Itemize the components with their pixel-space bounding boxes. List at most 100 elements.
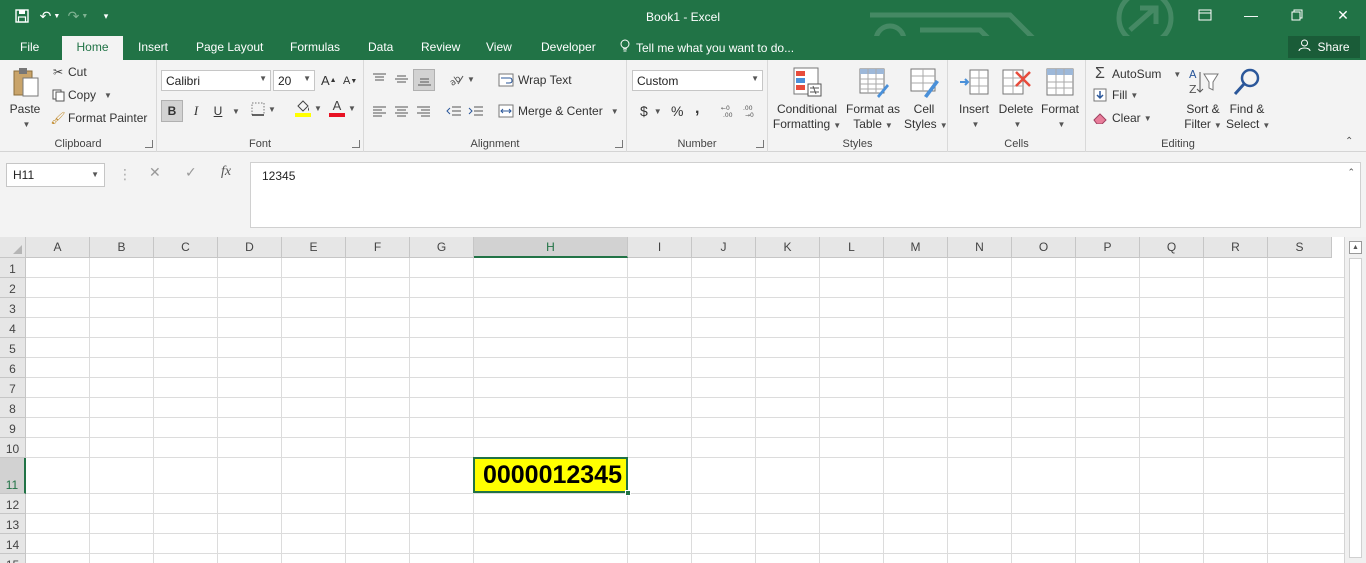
column-header-c[interactable]: C [154, 237, 218, 258]
align-right-icon[interactable] [416, 105, 431, 117]
column-header-d[interactable]: D [218, 237, 282, 258]
tab-review[interactable]: Review [411, 36, 470, 60]
format-as-table-button[interactable]: Format as Table ▼ [844, 66, 902, 133]
scrollbar-thumb[interactable] [1349, 258, 1362, 558]
currency-button[interactable]: $ ▼ [640, 103, 662, 119]
row-header-5[interactable]: 5 [0, 338, 26, 358]
restore-icon[interactable] [1274, 0, 1320, 30]
percent-button[interactable]: % [671, 103, 683, 119]
row-header-15[interactable]: 15 [0, 554, 26, 563]
tab-view[interactable]: View [476, 36, 522, 60]
column-header-g[interactable]: G [410, 237, 474, 258]
clear-button[interactable]: Clear ▼ [1092, 111, 1152, 125]
column-header-i[interactable]: I [628, 237, 692, 258]
row-header-6[interactable]: 6 [0, 358, 26, 378]
column-header-m[interactable]: M [884, 237, 948, 258]
align-center-icon[interactable] [394, 105, 409, 117]
find-select-button[interactable]: Find & Select ▼ [1226, 66, 1270, 133]
orientation-button[interactable]: ab ▼ [448, 72, 475, 86]
tab-formulas[interactable]: Formulas [280, 36, 350, 60]
comma-button[interactable]: , [695, 100, 699, 118]
font-color-button[interactable]: A ▼ [329, 99, 356, 117]
align-left-icon[interactable] [372, 105, 387, 117]
format-button[interactable]: Format ▼ [1038, 66, 1082, 132]
expand-formula-bar-icon[interactable]: ⌃ [1347, 167, 1355, 178]
autosum-button[interactable]: Σ AutoSum ▼ [1092, 65, 1181, 83]
paste-button[interactable]: Paste ▼ [6, 66, 44, 132]
row-header-2[interactable]: 2 [0, 278, 26, 298]
decrease-font-size-icon[interactable]: A ▼ [343, 75, 357, 87]
conditional-formatting-button[interactable]: Conditional Formatting ▼ [772, 66, 842, 133]
increase-decimal-icon[interactable]: ←0.00 [721, 104, 739, 118]
row-header-4[interactable]: 4 [0, 318, 26, 338]
column-header-p[interactable]: P [1076, 237, 1140, 258]
formula-input[interactable]: 12345 ⌃ [250, 162, 1361, 228]
collapse-ribbon-icon[interactable]: ⌃ [1345, 136, 1353, 147]
close-icon[interactable]: ✕ [1320, 0, 1366, 30]
row-header-13[interactable]: 13 [0, 514, 26, 534]
name-box[interactable]: H11 ▼ [6, 163, 105, 187]
bold-button[interactable]: B [161, 100, 183, 122]
column-header-e[interactable]: E [282, 237, 346, 258]
tab-file[interactable]: File [10, 36, 49, 60]
tell-me-search[interactable]: Tell me what you want to do... [620, 36, 794, 60]
underline-button[interactable]: U [208, 100, 228, 122]
vertical-scrollbar[interactable]: ▲ [1344, 237, 1366, 563]
column-header-a[interactable]: A [26, 237, 90, 258]
column-header-j[interactable]: J [692, 237, 756, 258]
row-header-1[interactable]: 1 [0, 258, 26, 278]
column-header-f[interactable]: F [346, 237, 410, 258]
share-button[interactable]: Share [1288, 36, 1360, 58]
scroll-up-icon[interactable]: ▲ [1349, 241, 1362, 254]
row-header-14[interactable]: 14 [0, 534, 26, 554]
fill-color-button[interactable]: ▼ [295, 100, 322, 117]
cancel-icon[interactable]: ✕ [149, 164, 161, 181]
increase-indent-icon[interactable] [468, 105, 484, 117]
font-size-select[interactable]: 20 ▼ [273, 70, 315, 91]
active-cell-h11[interactable]: 0000012345 [473, 457, 628, 493]
clipboard-launcher-icon[interactable] [145, 140, 153, 148]
tab-developer[interactable]: Developer [531, 36, 606, 60]
alignment-launcher-icon[interactable] [615, 140, 623, 148]
font-name-select[interactable]: Calibri ▼ [161, 70, 271, 91]
row-header-7[interactable]: 7 [0, 378, 26, 398]
column-header-n[interactable]: N [948, 237, 1012, 258]
row-header-12[interactable]: 12 [0, 494, 26, 514]
insert-function-icon[interactable]: fx [221, 164, 231, 180]
decrease-decimal-icon[interactable]: .00 →0 [743, 104, 761, 118]
merge-center-button[interactable]: Merge & Center ▼ [498, 104, 619, 118]
fill-handle[interactable] [625, 490, 631, 496]
column-header-b[interactable]: B [90, 237, 154, 258]
decrease-indent-icon[interactable] [446, 105, 462, 117]
underline-dropdown-icon[interactable]: ▼ [229, 100, 240, 122]
column-header-s[interactable]: S [1268, 237, 1332, 258]
enter-icon[interactable]: ✓ [185, 164, 197, 181]
font-launcher-icon[interactable] [352, 140, 360, 148]
column-header-o[interactable]: O [1012, 237, 1076, 258]
top-align-icon[interactable] [372, 72, 387, 86]
sort-filter-button[interactable]: AZ Sort & Filter ▼ [1182, 66, 1224, 133]
tab-home[interactable]: Home [62, 36, 123, 60]
column-header-q[interactable]: Q [1140, 237, 1204, 258]
number-format-select[interactable]: Custom ▼ [632, 70, 763, 91]
delete-button[interactable]: Delete ▼ [996, 66, 1036, 132]
row-header-11[interactable]: 11 [0, 458, 26, 494]
increase-font-size-icon[interactable]: A ▲ [321, 73, 337, 88]
format-painter-button[interactable]: 🖌 Format Painter [50, 111, 147, 125]
column-header-k[interactable]: K [756, 237, 820, 258]
row-header-8[interactable]: 8 [0, 398, 26, 418]
italic-button[interactable]: I [186, 100, 206, 122]
select-all-button[interactable] [0, 237, 26, 258]
fill-button[interactable]: Fill ▼ [1092, 88, 1138, 102]
insert-button[interactable]: Insert ▼ [954, 66, 994, 132]
borders-button[interactable]: ▼ [251, 102, 276, 116]
bottom-align-icon[interactable] [413, 69, 435, 91]
column-header-h[interactable]: H [474, 237, 628, 258]
ribbon-display-options-icon[interactable] [1182, 0, 1228, 30]
column-header-l[interactable]: L [820, 237, 884, 258]
row-header-9[interactable]: 9 [0, 418, 26, 438]
number-launcher-icon[interactable] [756, 140, 764, 148]
wrap-text-button[interactable]: Wrap Text [498, 73, 572, 87]
tab-page-layout[interactable]: Page Layout [186, 36, 273, 60]
minimize-icon[interactable]: — [1228, 0, 1274, 30]
